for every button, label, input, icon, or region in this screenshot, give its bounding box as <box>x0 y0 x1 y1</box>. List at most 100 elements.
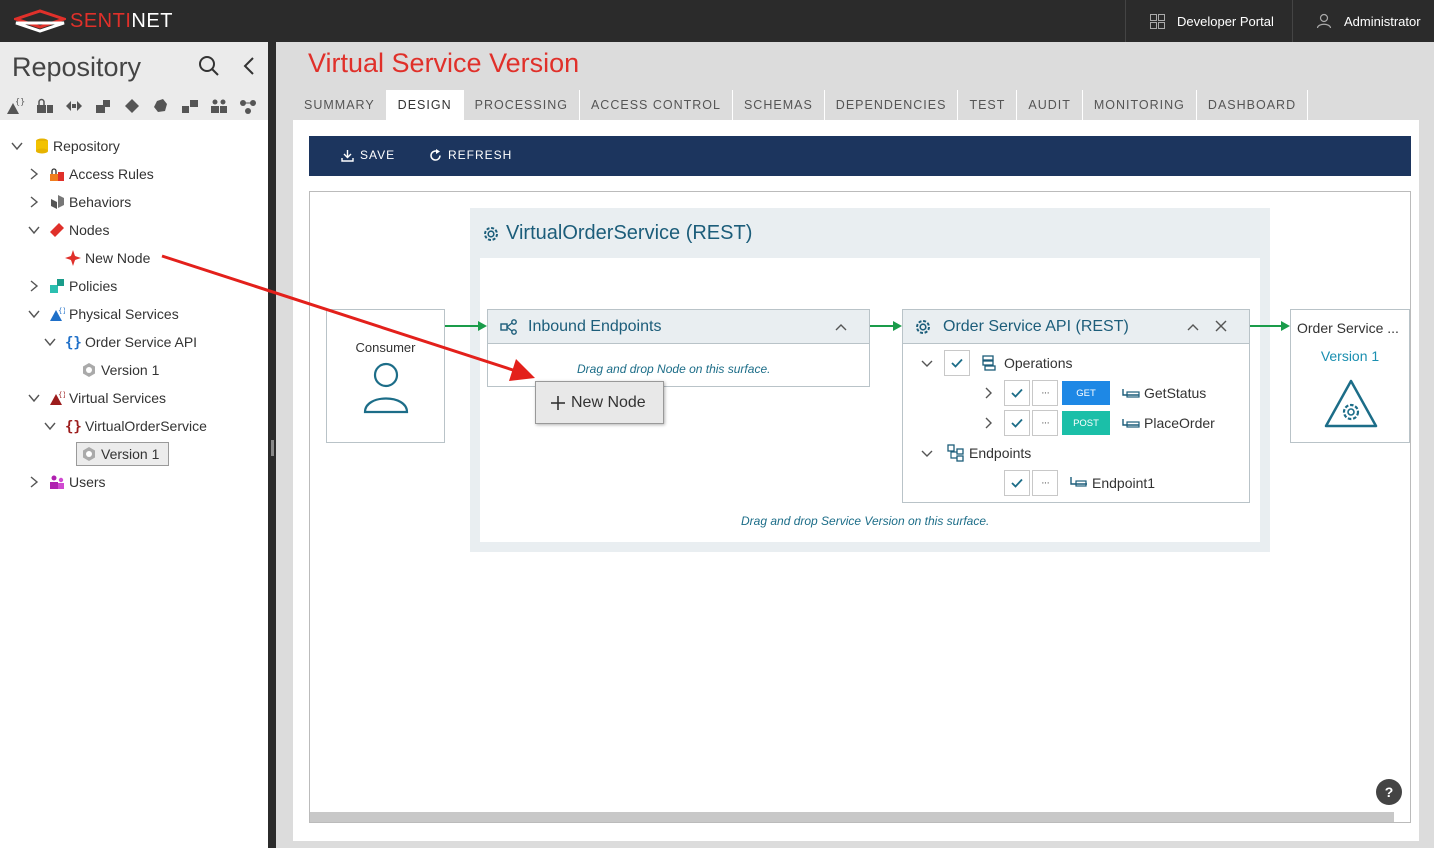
chevron-down-icon[interactable] <box>44 420 56 432</box>
tree-item-nodes[interactable]: Nodes <box>0 216 268 244</box>
tree-item-virtual-order-service[interactable]: {} VirtualOrderService <box>0 412 268 440</box>
splitter-grip[interactable] <box>271 440 274 456</box>
more-options-button[interactable]: ··· <box>1032 470 1058 496</box>
lock-icon[interactable] <box>33 96 56 116</box>
users-icon <box>50 475 64 489</box>
download-icon <box>341 149 354 162</box>
tab-audit[interactable]: AUDIT <box>1017 90 1083 120</box>
operation-checkbox[interactable] <box>1004 410 1030 436</box>
node-icon <box>50 223 64 237</box>
endpoints-label: Endpoints <box>969 445 1032 461</box>
chevron-right-icon[interactable] <box>28 196 40 208</box>
policy-icon <box>50 279 64 293</box>
tree-item-physical-services[interactable]: {} Physical Services <box>0 300 268 328</box>
braces-icon: {} <box>65 335 81 350</box>
plus-icon <box>551 395 565 410</box>
lock-icon <box>50 168 64 181</box>
divider <box>1292 0 1293 42</box>
tree-item-virtual-services[interactable]: {} Virtual Services <box>0 384 268 412</box>
tree-item-policies[interactable]: Policies <box>0 272 268 300</box>
tab-design[interactable]: DESIGN <box>386 90 464 120</box>
relations-icon[interactable] <box>236 96 259 116</box>
repository-sidebar: Repository {} Repository Access Rules Be… <box>0 42 268 848</box>
main-content: Virtual Service Version SUMMARY DESIGN P… <box>276 42 1434 848</box>
tab-schemas[interactable]: SCHEMAS <box>732 90 825 120</box>
sentinet-logo[interactable]: SENTINET <box>14 6 173 36</box>
chevron-down-icon[interactable] <box>921 450 933 458</box>
refresh-button[interactable]: REFRESH <box>429 148 512 162</box>
chevron-right-icon[interactable] <box>28 280 40 292</box>
tab-dashboard[interactable]: DASHBOARD <box>1196 90 1309 120</box>
chevron-down-icon[interactable] <box>28 224 40 236</box>
chevron-down-icon[interactable] <box>28 308 40 320</box>
search-icon[interactable] <box>198 55 220 77</box>
horizontal-scrollbar[interactable] <box>310 812 1394 822</box>
chevron-right-icon[interactable] <box>28 476 40 488</box>
chevron-right-icon[interactable] <box>28 168 40 180</box>
chevron-down-icon[interactable] <box>44 336 56 348</box>
version-icon <box>83 363 95 377</box>
dragged-new-node[interactable]: New Node <box>535 381 664 424</box>
tree-item-access-rules[interactable]: Access Rules <box>0 160 268 188</box>
chevron-left-icon[interactable] <box>242 56 256 76</box>
target-service-box[interactable]: Order Service ... Version 1 <box>1290 309 1410 443</box>
tree-item-version[interactable]: Version 1 <box>0 356 268 384</box>
more-options-button[interactable]: ··· <box>1032 380 1058 406</box>
virtual-service-title: VirtualOrderService (REST) <box>482 222 752 245</box>
hexagon-icon[interactable] <box>149 96 172 116</box>
tab-test[interactable]: TEST <box>958 90 1018 120</box>
node-icon[interactable] <box>120 96 143 116</box>
chevron-up-icon[interactable] <box>835 322 847 332</box>
target-service-version[interactable]: Version 1 <box>1291 348 1409 364</box>
tree-item-order-service-api[interactable]: {} Order Service API <box>0 328 268 356</box>
tab-access-control[interactable]: ACCESS CONTROL <box>579 90 733 120</box>
chevron-right-icon[interactable] <box>985 387 993 399</box>
chevron-down-icon[interactable] <box>28 392 40 404</box>
tab-dependencies[interactable]: DEPENDENCIES <box>824 90 959 120</box>
operation-checkbox[interactable] <box>1004 380 1030 406</box>
save-button[interactable]: SAVE <box>341 148 395 162</box>
braces-icon[interactable]: {} <box>4 96 27 116</box>
user-menu[interactable]: Administrator <box>1316 0 1421 42</box>
tab-summary[interactable]: SUMMARY <box>293 90 387 120</box>
tree-item-users[interactable]: Users <box>0 468 268 496</box>
tab-processing[interactable]: PROCESSING <box>463 90 580 120</box>
behavior-icon[interactable] <box>62 96 85 116</box>
tree-item-version-selected[interactable]: Version 1 <box>0 440 268 468</box>
http-verb-badge: GET <box>1062 381 1110 405</box>
help-button[interactable]: ? <box>1376 779 1402 805</box>
endpoint-checkbox[interactable] <box>1004 470 1030 496</box>
check-icon <box>951 358 963 368</box>
operations-label: Operations <box>1004 355 1073 371</box>
more-options-button[interactable]: ··· <box>1032 410 1058 436</box>
consumer-box[interactable]: Consumer <box>326 309 445 443</box>
order-service-card[interactable]: Order Service API (REST) Operations ··· … <box>902 309 1250 503</box>
tree-item-repository[interactable]: Repository <box>0 132 268 160</box>
close-icon[interactable] <box>1215 320 1227 332</box>
chevron-up-icon[interactable] <box>1187 322 1199 332</box>
chevron-down-icon[interactable] <box>921 360 933 368</box>
design-canvas[interactable]: VirtualOrderService (REST) Drag and drop… <box>309 191 1411 823</box>
sidebar-title: Repository <box>12 51 142 82</box>
policy-icon[interactable] <box>91 96 114 116</box>
operations-checkbox[interactable] <box>944 350 970 376</box>
tree-item-label: Behaviors <box>69 194 132 210</box>
chevron-down-icon[interactable] <box>11 140 23 152</box>
endpoint-name: Endpoint1 <box>1092 475 1156 491</box>
user-icon <box>1316 13 1332 29</box>
refresh-label: REFRESH <box>448 148 513 162</box>
gear-icon <box>484 226 498 241</box>
tree-item-new-node[interactable]: New Node <box>0 244 268 272</box>
users-icon[interactable] <box>207 96 230 116</box>
chevron-right-icon[interactable] <box>985 417 993 429</box>
tab-monitoring[interactable]: MONITORING <box>1082 90 1197 120</box>
tree-item-behaviors[interactable]: Behaviors <box>0 188 268 216</box>
developer-portal-link[interactable]: Developer Portal <box>1150 0 1274 42</box>
new-node-icon <box>65 250 81 266</box>
grid-icon <box>1150 13 1165 29</box>
blocks-icon[interactable] <box>178 96 201 116</box>
behavior-icon <box>51 195 64 209</box>
inbound-endpoints-card[interactable]: Inbound Endpoints Drag and drop Node on … <box>487 309 870 387</box>
service-icon <box>1324 379 1378 428</box>
tree-item-label: Version 1 <box>101 446 160 462</box>
